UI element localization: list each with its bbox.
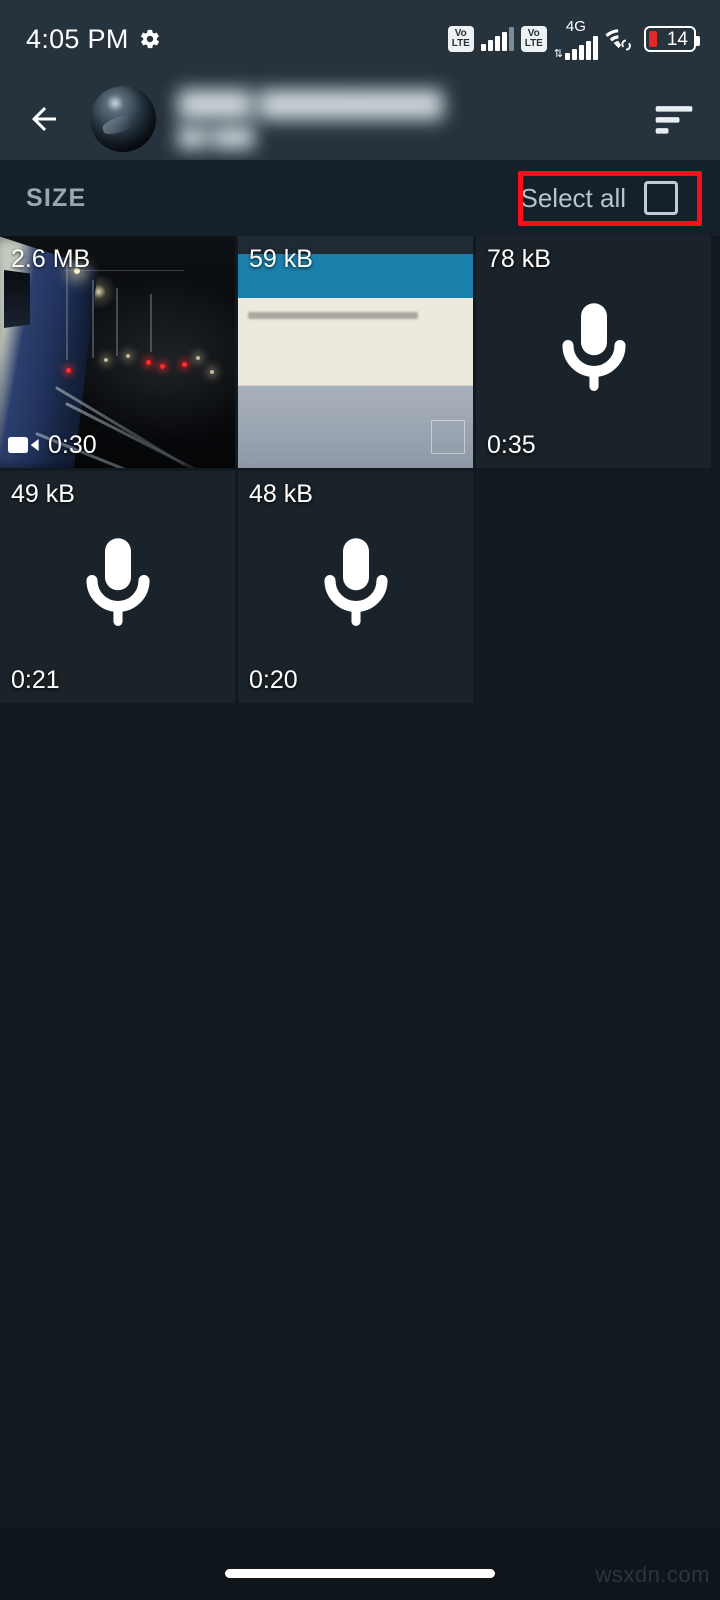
screenshot-body-band — [238, 386, 473, 468]
status-bar: 4:05 PM Vo LTE Vo LTE 4G ⇅ 14 — [0, 0, 720, 78]
media-size-label: 49 kB — [11, 480, 75, 508]
signal-bar-1b — [565, 52, 570, 60]
status-bar-right: Vo LTE Vo LTE 4G ⇅ 14 — [447, 19, 700, 60]
microphone-icon — [85, 538, 150, 626]
home-gesture-pill[interactable] — [225, 1569, 495, 1578]
screenshot-card-band — [238, 298, 473, 386]
back-arrow-icon[interactable] — [22, 101, 66, 137]
media-size-label: 78 kB — [487, 245, 551, 273]
page-title: ████ ██████████ — [178, 89, 444, 119]
volte-bottom-text-2: LTE — [524, 38, 543, 49]
select-all-button[interactable]: Select all — [501, 172, 695, 224]
data-transfer-arrows-icon: ⇅ — [553, 47, 563, 60]
volte-icon-sim2: Vo LTE — [520, 26, 547, 52]
media-tile-voice[interactable]: 48 kB 0:20 — [238, 471, 473, 703]
train-window-shape — [4, 270, 30, 328]
media-grid-row: 2.6 MB 0:30 59 kB 78 kB 0:35 — [0, 236, 720, 468]
gear-icon — [140, 29, 159, 49]
signal-bars-group-2 — [565, 35, 598, 60]
distant-light-shape — [126, 354, 130, 358]
signal-bar-3b — [579, 44, 584, 60]
app-header-bar: ████ ██████████ ██ ███ — [0, 78, 720, 160]
media-tile-image[interactable]: 59 kB — [238, 236, 473, 468]
network-type-label: 4G — [565, 17, 586, 35]
pole-shape — [116, 288, 118, 356]
distant-light-shape — [210, 370, 214, 374]
screenshot-square-outline — [431, 420, 465, 454]
battery-percent-label: 14 — [666, 28, 688, 50]
sort-section-header: SIZE Select all — [0, 160, 720, 236]
media-tile-video[interactable]: 2.6 MB 0:30 — [0, 236, 235, 468]
signal-bar-3 — [494, 36, 500, 51]
signal-bar-5b — [593, 35, 598, 60]
media-duration-label: 0:35 — [487, 431, 536, 459]
watermark-label: wsxdn.com — [595, 1562, 710, 1587]
media-grid: 2.6 MB 0:30 59 kB 78 kB 0:35 49 kB 0:21 … — [0, 236, 720, 706]
battery-icon: 14 — [644, 26, 700, 52]
signal-bar-2 — [487, 40, 493, 51]
signal-light-shape — [182, 362, 187, 367]
signal-bar-1 — [480, 44, 486, 51]
signal-bar-5 — [508, 27, 514, 51]
sort-icon[interactable] — [652, 102, 696, 136]
media-duration-label: 0:21 — [11, 666, 60, 694]
signal-bars-sim2: ⇅ — [553, 35, 598, 60]
pole-shape — [66, 264, 68, 360]
volte-bottom-text: LTE — [451, 38, 470, 49]
screenshot-blurred-text — [248, 312, 418, 319]
media-duration-label: 0:20 — [249, 666, 298, 694]
status-time: 4:05 PM — [26, 23, 129, 54]
signal-bar-4 — [501, 32, 507, 51]
media-grid-empty-slot — [476, 471, 711, 703]
microphone-icon — [561, 303, 626, 391]
wifi-icon — [605, 29, 631, 51]
avatar[interactable] — [90, 86, 156, 152]
media-size-label: 48 kB — [249, 480, 313, 508]
signal-light-shape — [146, 360, 151, 365]
mobile-data-indicator: 4G ⇅ — [554, 19, 598, 60]
media-size-label: 2.6 MB — [11, 245, 91, 273]
select-all-checkbox[interactable] — [644, 181, 678, 215]
signal-bar-2b — [572, 48, 577, 60]
select-all-label: Select all — [520, 182, 627, 213]
pole-shape — [150, 294, 152, 352]
media-grid-row: 49 kB 0:21 48 kB 0:20 — [0, 471, 720, 703]
media-duration-label: 0:30 — [48, 431, 97, 459]
microphone-icon — [323, 538, 388, 626]
phone-screen: 4:05 PM Vo LTE Vo LTE 4G ⇅ 14 ████ █████… — [0, 0, 720, 1600]
signal-bar-4b — [586, 40, 591, 60]
pole-shape — [92, 280, 94, 358]
page-subtitle: ██ ███ — [178, 126, 255, 148]
media-tile-voice[interactable]: 78 kB 0:35 — [476, 236, 711, 468]
media-size-label: 59 kB — [249, 245, 313, 273]
header-title-block: ████ ██████████ ██ ███ — [178, 89, 652, 149]
video-camera-icon — [8, 437, 39, 453]
volte-icon-sim1: Vo LTE — [447, 26, 474, 52]
media-tile-voice[interactable]: 49 kB 0:21 — [0, 471, 235, 703]
signal-light-shape — [160, 364, 165, 369]
signal-light-shape — [66, 368, 71, 373]
distant-light-shape — [104, 358, 108, 362]
status-bar-left: 4:05 PM — [26, 24, 161, 55]
distant-light-shape — [196, 356, 200, 360]
signal-bars-sim1 — [480, 27, 514, 51]
sort-mode-label: SIZE — [26, 183, 87, 212]
battery-level-fill — [649, 31, 657, 47]
